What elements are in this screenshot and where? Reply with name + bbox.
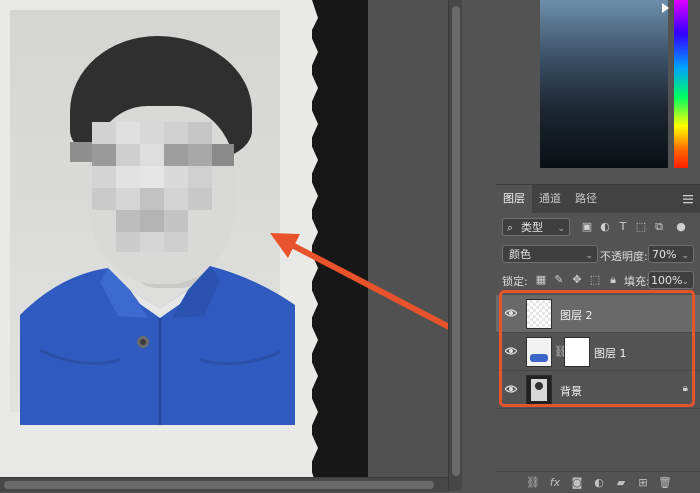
layer-kind-label: 类型 [521,221,543,234]
opacity-label: 不透明度: [600,250,648,263]
lock-position-icon[interactable]: ✥ [570,273,584,287]
fill-value: 100% [651,274,683,287]
mosaic-block [188,144,212,166]
mosaic-block [188,122,212,144]
fill-input[interactable]: 100% ⌄ [648,271,694,289]
vertical-scrollbar[interactable] [448,0,463,491]
portrait-image [10,10,295,425]
mosaic-block [164,166,188,188]
chevron-down-icon: ⌄ [681,251,689,261]
delete-layer-icon[interactable]: 🗑︎ [658,476,672,490]
lock-label: 锁定: [502,275,528,288]
tab-layers[interactable]: 图层 [496,185,532,213]
chevron-down-icon: ⌄ [681,277,689,287]
type-layer-filter-icon[interactable]: T [616,220,630,234]
search-icon: ⌕ [507,221,514,234]
mosaic-block [92,166,116,188]
layer-kind-filter[interactable]: ⌕ 类型 ⌄ [502,218,570,236]
mosaic-block [164,188,188,210]
tab-paths[interactable]: 路径 [568,185,604,213]
shape-layer-filter-icon[interactable]: ⬚ [634,220,648,234]
mosaic-block [140,210,164,232]
layers-bottom-toolbar: ⛓ fx ◙ ◐ ▰ ⊞ 🗑︎ [496,471,700,493]
mosaic-block [116,144,140,166]
adjustment-layer-icon[interactable]: ◐ [592,476,606,490]
mosaic-block [92,144,116,166]
mosaic-block [140,166,164,188]
lock-artboard-icon[interactable]: ⬚ [588,273,602,287]
chevron-down-icon: ⌄ [557,224,565,234]
lock-all-icon[interactable]: 🔒︎ [606,273,620,287]
opacity-input[interactable]: 70% ⌄ [648,245,694,263]
new-group-icon[interactable]: ▰ [614,476,628,490]
blend-mode-select[interactable]: 颜色 ⌄ [502,245,598,263]
mosaic-block [164,122,188,144]
mosaic-block [212,144,234,166]
document-canvas[interactable] [0,0,448,491]
mosaic-block [116,188,140,210]
hue-marker-icon[interactable] [662,3,669,13]
mosaic-block [140,122,164,144]
mosaic-block [116,232,140,252]
layer-style-fx-icon[interactable]: fx [548,476,562,490]
adjustment-layer-filter-icon[interactable]: ◐ [598,220,612,234]
blend-mode-value: 颜色 [509,248,531,261]
mosaic-block [164,210,188,232]
mosaic-block [116,122,140,144]
panel-tabs: 图层 通道 路径 [496,185,700,213]
right-panel-dock: 图层 通道 路径 ⌕ 类型 ⌄ ▣ ◐ T ⬚ ⧉ ● 颜色 ⌄ 不透明度: 7… [462,0,700,493]
scroll-thumb[interactable] [452,6,460,476]
old-photo [0,0,318,491]
chevron-down-icon: ⌄ [585,251,593,261]
link-layers-icon[interactable]: ⛓ [526,476,540,490]
color-field[interactable] [540,0,668,168]
hue-slider[interactable] [674,0,688,168]
mosaic-block [116,166,140,188]
pixel-layer-filter-icon[interactable]: ▣ [580,220,594,234]
mosaic-block [92,188,116,210]
mosaic-block [164,232,188,252]
fill-label: 填充: [624,275,650,288]
color-picker-panel [462,0,700,180]
blue-jacket [20,266,295,425]
mosaic-block [116,210,140,232]
mosaic-block [140,188,164,210]
mosaic-block [164,144,188,166]
filter-toggle-icon[interactable]: ● [674,220,688,234]
lock-image-pixels-icon[interactable]: ✎ [552,273,566,287]
mosaic-block [92,122,116,144]
mosaic-block [188,188,212,210]
add-mask-icon[interactable]: ◙ [570,476,584,490]
canvas-pasteboard [368,0,448,491]
mosaic-block [140,232,164,252]
tab-channels[interactable]: 通道 [532,185,568,213]
mosaic-block [70,142,92,162]
panel-menu-icon[interactable] [682,193,694,205]
opacity-value: 70% [652,248,677,261]
annotation-highlight-box [499,290,695,407]
scroll-thumb[interactable] [4,481,434,489]
horizontal-scrollbar[interactable] [0,477,448,492]
deckled-edge [304,0,318,491]
mosaic-block [140,144,164,166]
mosaic-block [188,166,212,188]
lock-transparent-pixels-icon[interactable]: ▦ [534,273,548,287]
new-layer-icon[interactable]: ⊞ [636,476,650,490]
smart-object-filter-icon[interactable]: ⧉ [652,220,666,234]
